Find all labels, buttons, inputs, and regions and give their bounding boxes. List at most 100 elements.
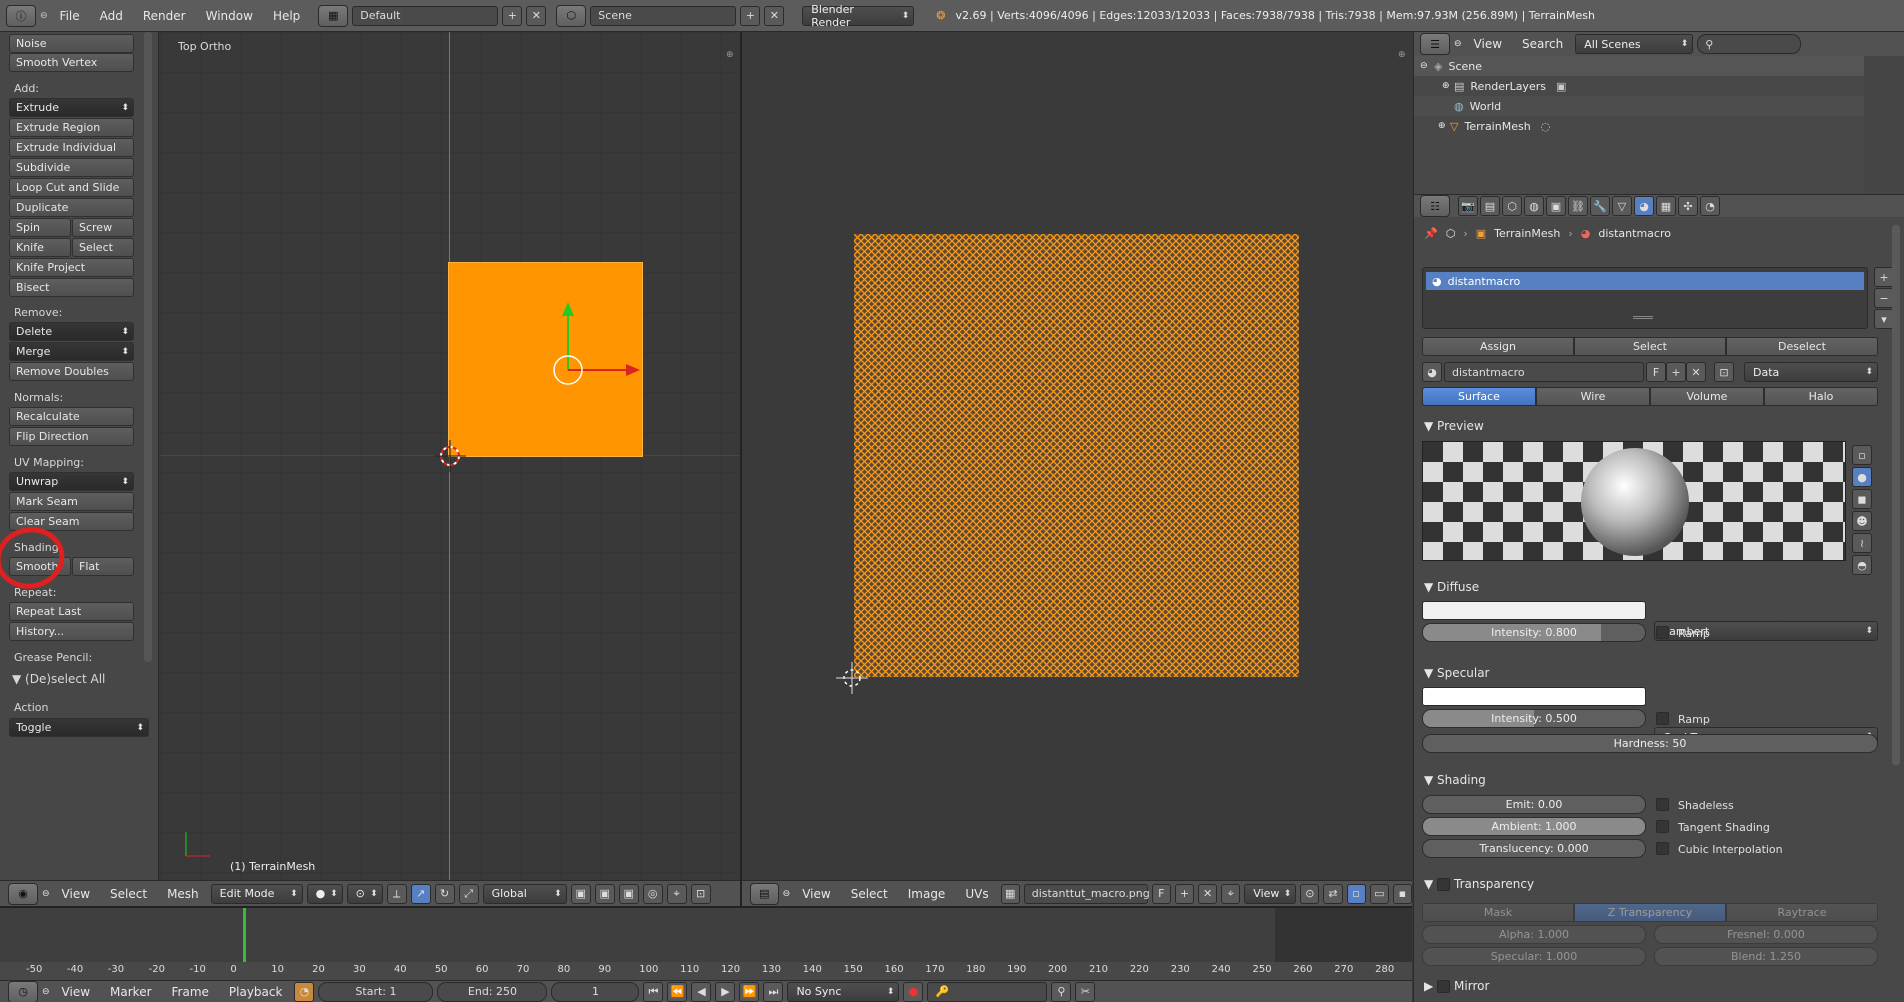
deselect-button[interactable]: Deselect [1726,337,1878,356]
menu-image[interactable]: Image [900,887,954,901]
render-preview-icon[interactable]: ⊡ [690,883,711,904]
shadeless-checkbox[interactable] [1656,798,1669,811]
action-dropdown[interactable]: Toggle [9,718,149,737]
unwrap-dropdown[interactable]: Unwrap [9,472,134,491]
screen-layout-field[interactable]: Default [352,5,499,26]
menu-view-tl[interactable]: View [54,985,98,999]
menu-view-ol[interactable]: View [1466,37,1510,51]
ambient-slider[interactable]: Ambient: 1.000 [1422,817,1646,836]
particles-tab-icon[interactable]: ✣ [1678,196,1698,216]
extrude-dropdown[interactable]: Extrude [9,98,134,117]
preview-monkey-icon[interactable]: ☻ [1852,511,1872,531]
preview-cube-icon[interactable]: ◼ [1852,489,1872,509]
flip-direction-button[interactable]: Flip Direction [9,427,134,446]
specular-ramp-checkbox[interactable] [1656,712,1669,725]
layer-icon-1[interactable]: ▣ [570,883,591,904]
play-icon[interactable]: ▶ [715,981,736,1002]
collapse-icon-ol[interactable]: ⊖ [1454,39,1462,49]
transparency-checkbox[interactable] [1437,878,1451,891]
insert-keyframe-icon[interactable]: ⚲ [1051,981,1072,1002]
list-resize-handle[interactable] [1633,316,1653,319]
3d-cursor-icon[interactable] [434,440,466,472]
pivot-select[interactable]: ⊙ [346,883,383,904]
diffuse-panel-header[interactable]: ▼ Diffuse [1424,580,1479,594]
world-tab-icon[interactable]: ◍ [1524,196,1544,216]
outliner-editor-icon[interactable]: ☰ [1420,33,1450,55]
delete-dropdown[interactable]: Delete [9,322,134,341]
keying-set-field[interactable]: 🔑 [927,981,1048,1002]
preview-panel-header[interactable]: ▼ Preview [1424,419,1484,433]
snap-icon[interactable]: ⌖ [666,883,687,904]
remove-doubles-button[interactable]: Remove Doubles [9,362,134,381]
mirror-panel-header[interactable]: ▶ Mirror [1424,979,1489,993]
collapse-icon-uv[interactable]: ⊖ [783,889,791,899]
scene-field[interactable]: Scene [590,5,737,26]
vertex-select-icon[interactable]: ▫ [1346,883,1366,904]
pivot-uv-icon[interactable]: ⊙ [1300,883,1320,904]
smooth-vertex-button[interactable]: Smooth Vertex [9,53,134,72]
bisect-button[interactable]: Bisect [9,278,134,297]
specular-intensity-slider[interactable]: Intensity: 0.500 [1422,709,1646,728]
menu-select-uv[interactable]: Select [843,887,896,901]
unlink-image-icon[interactable]: ✕ [1198,883,1218,904]
screw-button[interactable]: Screw [72,218,134,237]
rotate-icon[interactable]: ↻ [434,883,455,904]
layer-icon-3[interactable]: ▣ [618,883,639,904]
modifiers-tab-icon[interactable]: 🔧 [1590,196,1610,216]
remove-slot-icon[interactable]: − [1874,288,1894,308]
menu-uvs[interactable]: UVs [957,887,996,901]
extrude-individual-button[interactable]: Extrude Individual [9,138,134,157]
play-reverse-icon[interactable]: ◀ [691,981,712,1002]
node-material-icon[interactable]: ⊡ [1714,362,1734,382]
knife-button[interactable]: Knife [9,238,71,257]
image-name-field[interactable]: distanttut_macro.png [1023,883,1150,904]
material-fake-user-button[interactable]: F [1646,362,1666,382]
pin-image-icon[interactable]: ⌖ [1221,883,1241,904]
sync-mode-select[interactable]: No Sync [787,981,900,1002]
data-tab-icon[interactable]: ▽ [1612,196,1632,216]
diffuse-intensity-slider[interactable]: Intensity: 0.800 [1422,623,1646,642]
properties-editor-icon[interactable]: ☷ [1420,195,1450,217]
fresnel-slider[interactable]: Fresnel: 0.000 [1654,925,1878,944]
preview-range-icon[interactable]: ◔ [294,981,315,1002]
deselect-all-panel[interactable]: ▼ (De)select All [12,672,105,686]
layer-icon-2[interactable]: ▣ [594,883,615,904]
sync-select-icon[interactable]: ⇄ [1323,883,1343,904]
menu-view-uv[interactable]: View [794,887,838,901]
select-button[interactable]: Select [1574,337,1726,356]
blend-slider[interactable]: Blend: 1.250 [1654,947,1878,966]
scene-icon[interactable]: ⬡ [556,4,587,27]
render-tab-icon[interactable]: 📷 [1458,196,1478,216]
emit-slider[interactable]: Emit: 0.00 [1422,795,1646,814]
unlink-material-icon[interactable]: ✕ [1686,362,1706,382]
trans-z-tab[interactable]: Z Transparency [1574,903,1726,922]
knife-select-button[interactable]: Select [72,238,134,257]
extrude-region-button[interactable]: Extrude Region [9,118,134,137]
uv-editor-type-icon[interactable]: ▤ [750,882,779,905]
display-mode-select[interactable]: All Scenes [1575,34,1694,54]
noise-button[interactable]: Noise [9,34,134,53]
orientation-select[interactable]: Global [482,883,567,904]
diffuse-color-swatch[interactable] [1422,601,1646,620]
manipulator-toggle-icon[interactable]: ⟂ [386,883,407,904]
object-tab-icon[interactable]: ▣ [1546,196,1566,216]
outliner-row-terrainmesh[interactable]: ⊕▽TerrainMesh◌ ◉ ↖ ▩ [1414,116,1904,136]
outliner-row-renderlayers[interactable]: ⊕ ▤ RenderLayers ▣ [1414,76,1904,96]
diffuse-ramp-checkbox[interactable] [1656,626,1669,639]
new-image-icon[interactable]: + [1174,883,1194,904]
mirror-checkbox[interactable] [1437,980,1451,993]
menu-help[interactable]: Help [265,9,308,23]
outliner-row-world[interactable]: ◍ World [1414,96,1904,116]
trans-specular-slider[interactable]: Specular: 1.000 [1422,947,1646,966]
history-button[interactable]: History... [9,622,134,641]
uv-cursor-icon[interactable] [834,660,870,696]
remove-layout-icon[interactable]: ✕ [526,5,547,26]
specular-panel-header[interactable]: ▼ Specular [1424,666,1490,680]
knife-project-button[interactable]: Knife Project [9,258,134,277]
new-material-icon[interactable]: + [1666,362,1686,382]
menu-add[interactable]: Add [92,9,131,23]
split-corner-icon-uv[interactable]: ⊕ [1398,50,1406,60]
cubic-interpolation-checkbox[interactable] [1656,842,1669,855]
add-scene-icon[interactable]: + [740,5,761,26]
menu-playback[interactable]: Playback [221,985,291,999]
